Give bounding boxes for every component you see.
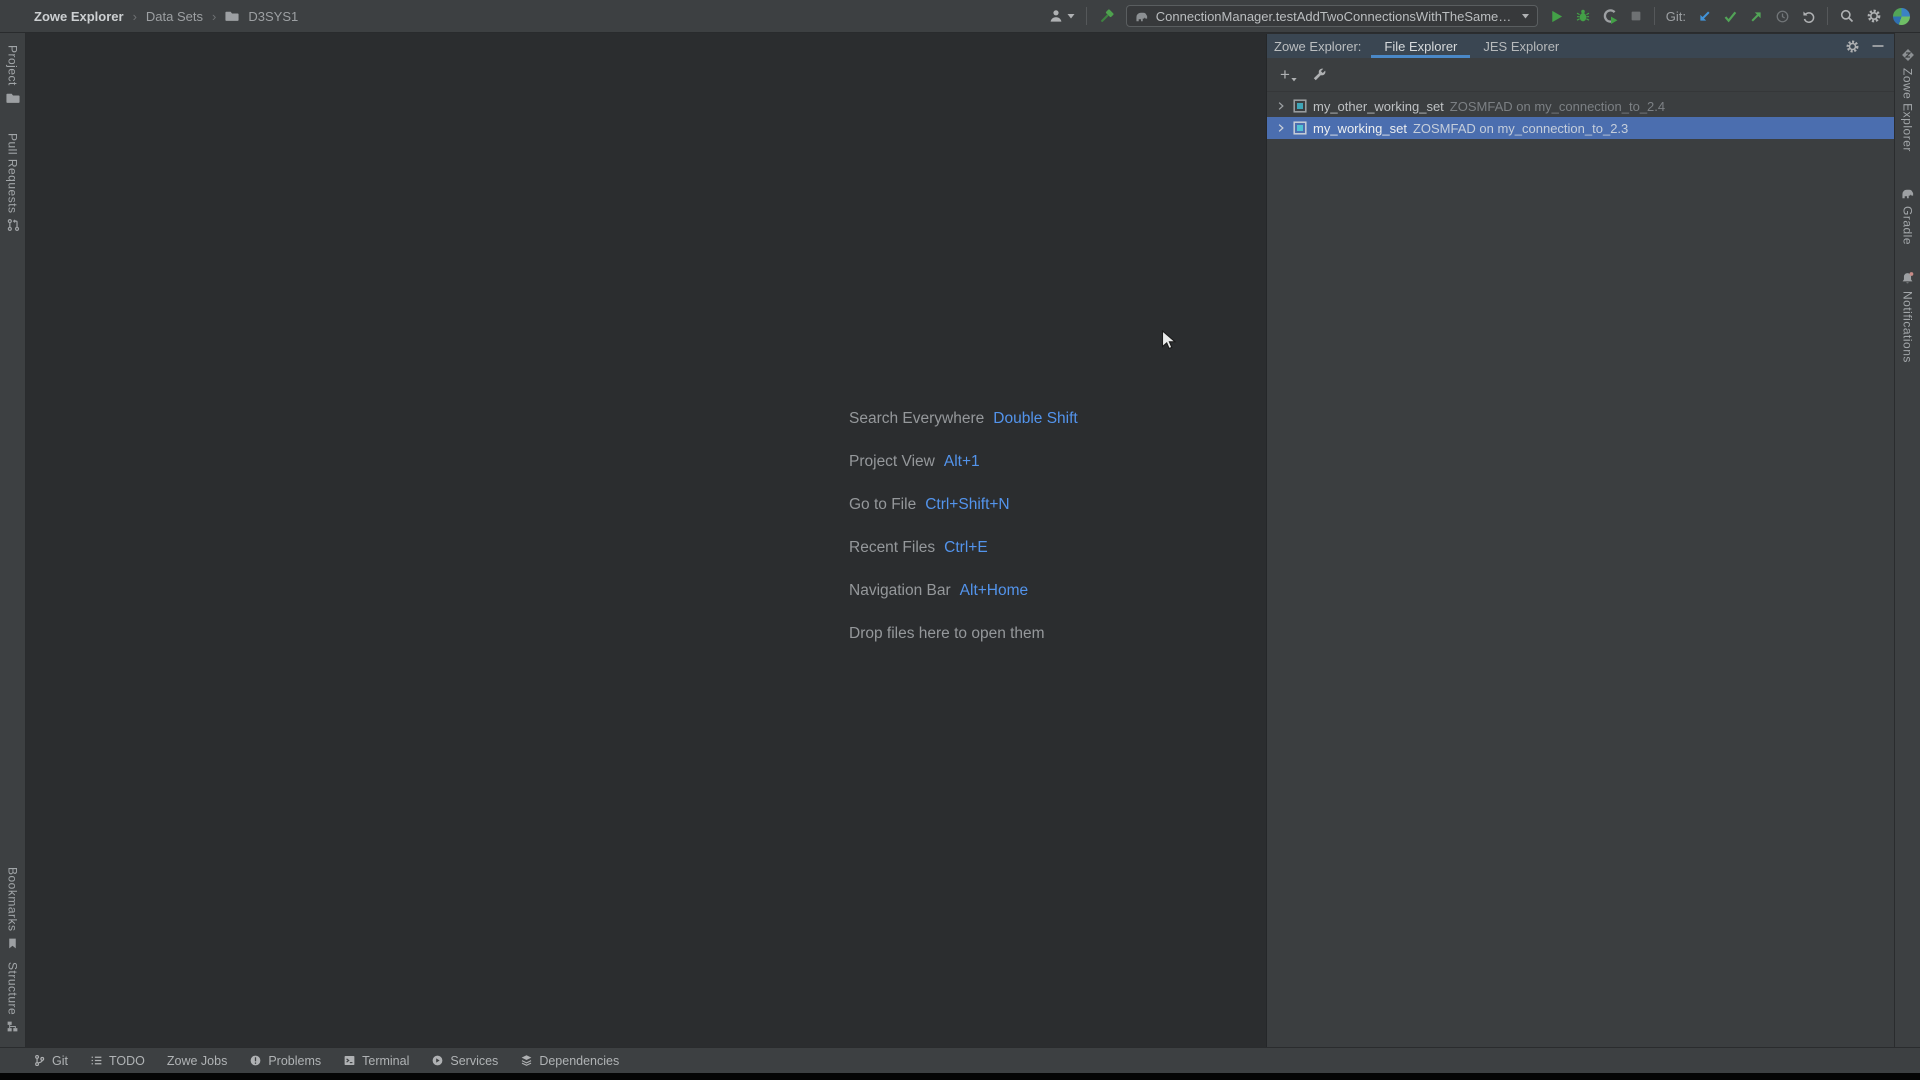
ide-profile-icon[interactable] xyxy=(1893,7,1910,25)
stripe-item-zowe-explorer[interactable]: Zowe Explorer xyxy=(1900,41,1916,158)
breadcrumb: Zowe Explorer › Data Sets › D3SYS1 xyxy=(34,9,298,24)
tree-row-working-set-selected[interactable]: my_working_set ZOSMFAD on my_connection_… xyxy=(1267,117,1894,139)
sidebar-item-structure[interactable]: Structure xyxy=(6,956,20,1039)
shortcut-row: Recent Files Ctrl+E xyxy=(849,539,988,556)
right-toolwindow-stripe: Zowe Explorer Gradle Notifications xyxy=(1894,33,1920,1047)
toolbar-separator xyxy=(1653,7,1655,25)
editor-empty-area: Search Everywhere Double Shift Project V… xyxy=(27,34,1266,1047)
user-account-button[interactable] xyxy=(1048,8,1075,24)
breadcrumb-datasets[interactable]: Data Sets xyxy=(146,9,203,24)
search-everywhere-button[interactable] xyxy=(1839,8,1855,24)
bookmark-icon xyxy=(6,937,19,950)
tab-jes-explorer[interactable]: JES Explorer xyxy=(1470,34,1572,58)
bottom-item-terminal[interactable]: Terminal xyxy=(343,1054,409,1068)
toolwindow-minimize-button[interactable] xyxy=(1872,40,1884,52)
settings-gear-button[interactable] xyxy=(1866,8,1882,24)
toolwindow-options-gear-button[interactable] xyxy=(1845,39,1860,54)
drop-files-hint: Drop files here to open them xyxy=(849,625,1045,642)
window-bottom-edge xyxy=(0,1073,1920,1080)
working-set-detail: ZOSMFAD on my_connection_to_2.3 xyxy=(1412,120,1629,136)
git-branch-icon xyxy=(33,1054,46,1067)
bottom-toolwindow-bar: Git TODO Zowe Jobs Problems Terminal Ser… xyxy=(0,1047,1920,1073)
toolwindow-header: Zowe Explorer: File Explorer JES Explore… xyxy=(1267,34,1894,58)
sidebar-item-pull-requests[interactable]: Pull Requests xyxy=(6,127,20,239)
project-folder-icon xyxy=(5,91,20,105)
chevron-down-icon xyxy=(1521,14,1529,19)
toolwindow-toolbar: + xyxy=(1267,58,1894,92)
terminal-icon xyxy=(343,1054,356,1067)
breadcrumb-separator-icon: › xyxy=(132,8,137,24)
shortcut-row: Search Everywhere Double Shift xyxy=(849,410,1078,427)
expand-chevron-icon[interactable] xyxy=(1275,122,1287,134)
notification-bell-icon xyxy=(1900,271,1915,286)
toolbar-separator xyxy=(1827,7,1828,25)
build-hammer-button[interactable] xyxy=(1098,8,1115,25)
git-commit-button[interactable] xyxy=(1723,9,1738,24)
breadcrumb-leaf[interactable]: D3SYS1 xyxy=(248,9,298,24)
sidebar-item-project[interactable]: Project xyxy=(6,39,20,111)
expand-chevron-icon[interactable] xyxy=(1275,100,1287,112)
folder-icon xyxy=(225,9,239,23)
toolwindow-title: Zowe Explorer: xyxy=(1274,38,1362,54)
local-history-button[interactable] xyxy=(1775,9,1790,24)
run-button[interactable] xyxy=(1549,9,1564,24)
stripe-item-notifications[interactable]: Notifications xyxy=(1900,265,1915,369)
services-icon xyxy=(431,1054,444,1067)
working-set-detail: ZOSMFAD on my_connection_to_2.4 xyxy=(1449,98,1666,114)
gradle-icon xyxy=(1900,186,1915,201)
editor-shortcuts-hint: Search Everywhere Double Shift Project V… xyxy=(849,409,1078,644)
bottom-item-todo[interactable]: TODO xyxy=(90,1054,145,1068)
tab-file-explorer[interactable]: File Explorer xyxy=(1371,34,1471,58)
run-with-coverage-button[interactable] xyxy=(1602,8,1618,24)
bottom-item-problems[interactable]: Problems xyxy=(249,1054,321,1068)
sidebar-item-bookmarks[interactable]: Bookmarks xyxy=(6,861,20,956)
toolbar-separator xyxy=(1085,7,1087,25)
run-configuration-value: ConnectionManager.testAddTwoConnectionsW… xyxy=(1155,8,1514,24)
shortcut-row: Go to File Ctrl+Shift+N xyxy=(849,496,1010,513)
breadcrumb-separator-icon: › xyxy=(212,8,217,24)
rollback-button[interactable] xyxy=(1801,9,1816,24)
gradle-icon xyxy=(1134,9,1149,24)
working-sets-tree: my_other_working_set ZOSMFAD on my_conne… xyxy=(1267,95,1894,139)
tree-row-working-set[interactable]: my_other_working_set ZOSMFAD on my_conne… xyxy=(1267,95,1894,117)
git-push-button[interactable] xyxy=(1749,9,1764,24)
stop-button[interactable] xyxy=(1629,9,1643,23)
git-update-button[interactable] xyxy=(1697,9,1712,24)
settings-wrench-button[interactable] xyxy=(1312,67,1327,82)
stripe-item-gradle[interactable]: Gradle xyxy=(1900,180,1915,251)
chevron-down-icon xyxy=(1067,14,1075,19)
left-toolwindow-stripe: Project Pull Requests Bookmarks Structur… xyxy=(0,33,26,1047)
shortcut-row: Project View Alt+1 xyxy=(849,453,980,470)
chevron-down-icon xyxy=(1291,78,1297,82)
zowe-explorer-toolwindow: Zowe Explorer: File Explorer JES Explore… xyxy=(1266,34,1894,1047)
pull-request-icon xyxy=(6,218,20,232)
problems-icon xyxy=(249,1054,262,1067)
bottom-item-dependencies[interactable]: Dependencies xyxy=(520,1054,619,1068)
main-toolbar: Zowe Explorer › Data Sets › D3SYS1 Conne… xyxy=(0,0,1920,33)
bottom-item-services[interactable]: Services xyxy=(431,1054,498,1068)
git-label: Git: xyxy=(1665,8,1686,24)
bottom-item-git[interactable]: Git xyxy=(33,1054,68,1068)
working-set-name: my_other_working_set xyxy=(1313,98,1444,114)
shortcut-row: Navigation Bar Alt+Home xyxy=(849,582,1029,599)
working-set-icon xyxy=(1293,121,1307,135)
add-working-set-button[interactable]: + xyxy=(1280,66,1297,83)
working-set-icon xyxy=(1293,99,1307,113)
zowe-icon xyxy=(1900,47,1916,63)
run-configuration-select[interactable]: ConnectionManager.testAddTwoConnectionsW… xyxy=(1125,5,1538,27)
bottom-item-zowe-jobs[interactable]: Zowe Jobs xyxy=(167,1054,227,1068)
dependencies-layers-icon xyxy=(520,1054,533,1067)
structure-icon xyxy=(6,1020,19,1033)
breadcrumb-root[interactable]: Zowe Explorer xyxy=(34,9,124,24)
todo-list-icon xyxy=(90,1054,103,1067)
debug-button[interactable] xyxy=(1575,8,1591,24)
working-set-name: my_working_set xyxy=(1313,120,1407,136)
